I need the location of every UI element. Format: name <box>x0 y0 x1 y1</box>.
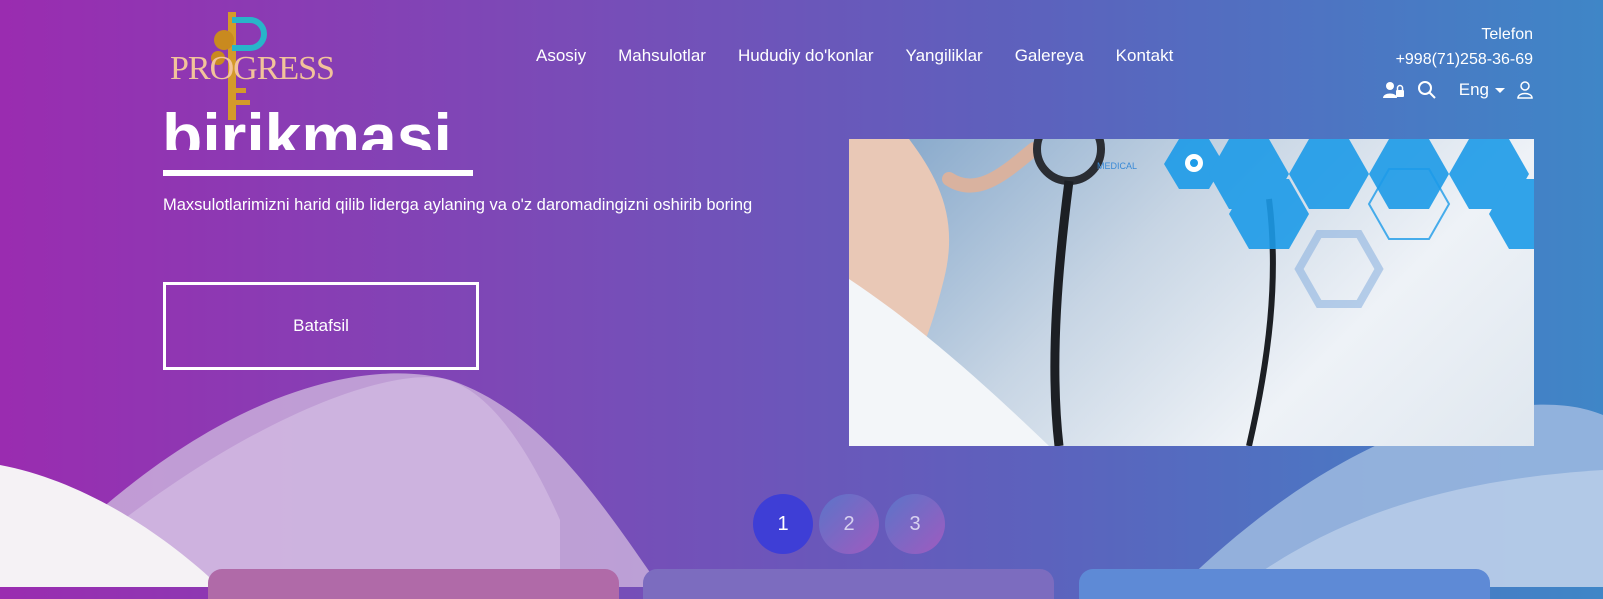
nav-item-yangiliklar[interactable]: Yangiliklar <box>906 46 983 66</box>
nav-item-asosiy[interactable]: Asosiy <box>536 46 586 66</box>
language-label: Eng <box>1458 80 1489 99</box>
chevron-down-icon <box>1495 87 1505 93</box>
user-icon[interactable] <box>1517 81 1533 99</box>
feature-card-2[interactable] <box>643 569 1054 599</box>
contact-block: Telefon +998(71)258-36-69 <box>1396 22 1533 72</box>
slide-dot-2[interactable]: 2 <box>819 494 879 554</box>
slider-pagination: 1 2 3 <box>753 494 945 554</box>
nav-item-galereya[interactable]: Galereya <box>1015 46 1084 66</box>
hero-image: MEDICAL <box>849 139 1534 446</box>
hero-title: birikmasi <box>162 104 452 150</box>
language-dropdown[interactable]: Eng <box>1459 80 1505 100</box>
main-nav: Asosiy Mahsulotlar Hududiy do'konlar Yan… <box>536 46 1173 66</box>
title-underline <box>163 170 473 176</box>
nav-item-hududiy-dokonlar[interactable]: Hududiy do'konlar <box>738 46 874 66</box>
feature-card-3[interactable] <box>1079 569 1490 599</box>
phone-label: Telefon <box>1481 26 1533 43</box>
details-button[interactable]: Batafsil <box>163 282 479 370</box>
search-icon[interactable] <box>1417 80 1437 100</box>
user-lock-icon[interactable] <box>1382 81 1405 99</box>
slide-dot-1[interactable]: 1 <box>753 494 813 554</box>
medical-label: MEDICAL <box>1097 161 1137 171</box>
logo-text: PROGRESS <box>170 50 335 87</box>
feature-card-1[interactable] <box>208 569 619 599</box>
nav-item-kontakt[interactable]: Kontakt <box>1116 46 1174 66</box>
hero-subtitle: Maxsulotlarimizni harid qilib liderga ay… <box>163 196 753 214</box>
header-tools: Eng <box>1382 80 1533 100</box>
nav-item-mahsulotlar[interactable]: Mahsulotlar <box>618 46 706 66</box>
medical-stethoscope-image: MEDICAL <box>849 139 1534 446</box>
phone-number[interactable]: +998(71)258-36-69 <box>1396 47 1533 72</box>
slide-dot-3[interactable]: 3 <box>885 494 945 554</box>
